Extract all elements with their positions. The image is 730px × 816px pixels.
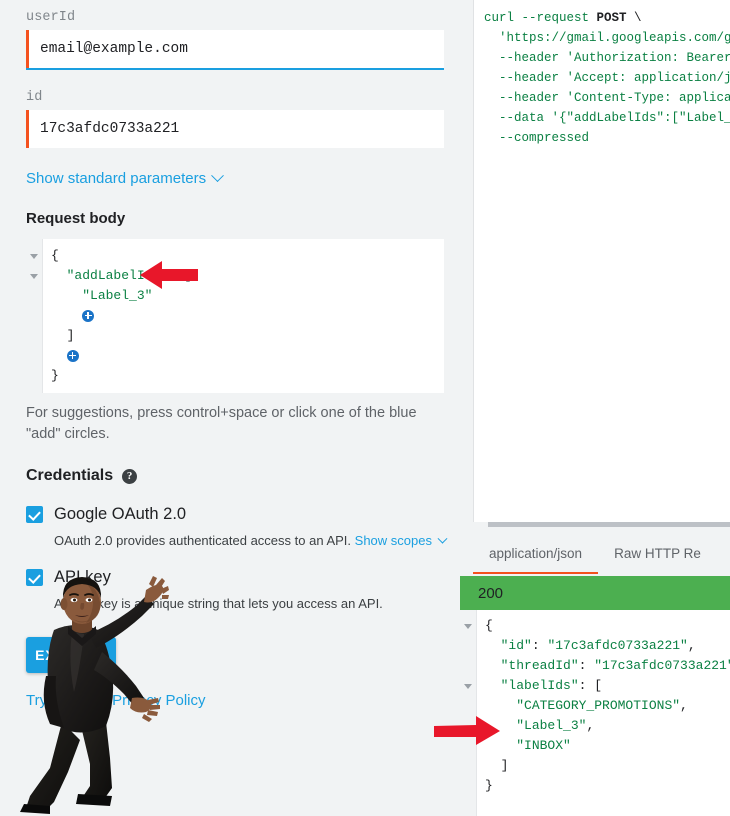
curl-line: --header 'Authorization: Bearer [ (484, 51, 730, 65)
credentials-header: Credentials ? (26, 467, 470, 485)
oauth-description-text: OAuth 2.0 provides authenticated access … (54, 533, 352, 548)
oauth-description: OAuth 2.0 provides authenticated access … (54, 533, 470, 548)
apikey-description: An API key is a unique string that lets … (54, 596, 383, 611)
request-body-title: Request body (26, 210, 126, 227)
userid-input[interactable] (26, 30, 444, 68)
credential-apikey-row[interactable]: API key (26, 568, 470, 587)
id-input-wrap[interactable] (26, 110, 444, 148)
request-form-panel: userId id Show standard parameters Reque… (0, 0, 470, 816)
add-property-circle-icon[interactable] (66, 349, 79, 362)
add-item-circle-icon[interactable] (82, 309, 95, 322)
show-scopes-link[interactable]: Show scopes (355, 533, 432, 548)
chevron-down-icon (437, 533, 448, 544)
request-body-hint: For suggestions, press control+space or … (26, 405, 417, 442)
code-line-add (51, 306, 444, 326)
code-line: ] (66, 328, 75, 343)
code-line: } (51, 368, 59, 383)
curl-command-code: curl --request POST \ 'https://gmail.goo… (474, 0, 730, 148)
fold-toggle-root[interactable] (26, 246, 42, 266)
response-tabs: application/json Raw HTTP Re (473, 533, 730, 574)
curl-line: --compressed (484, 131, 590, 145)
response-status-bar: 200 (460, 576, 730, 610)
fold-toggle-labelids[interactable] (460, 676, 476, 696)
code-line-add (51, 346, 444, 366)
code-line: "labelIds": [ (500, 678, 603, 693)
curl-scrollbar-thumb[interactable] (488, 522, 730, 527)
code-line: "Label_3" (82, 288, 153, 303)
request-body-code[interactable]: { "addLabelIds": [ "Label_3" ] } (43, 239, 444, 393)
id-input[interactable] (26, 110, 444, 148)
code-line: "threadId": "17c3afdc0733a221", (500, 658, 730, 673)
code-line: "INBOX" (516, 738, 571, 753)
show-standard-parameters-toggle[interactable]: Show standard parameters (26, 169, 224, 187)
curl-line: --header 'Content-Type: applicati (484, 91, 730, 105)
status-code: 200 (478, 584, 504, 602)
focus-underline (26, 68, 444, 70)
try-this-api-link[interactable]: Try this API (26, 692, 102, 709)
response-body-gutter (460, 610, 477, 816)
tab-raw-http-response[interactable]: Raw HTTP Re (598, 533, 717, 574)
code-line: } (485, 778, 493, 793)
response-body-viewer[interactable]: { "id": "17c3afdc0733a221", "threadId": … (460, 610, 730, 816)
oauth-label: Google OAuth 2.0 (54, 505, 187, 523)
fold-toggle-addlabelids[interactable] (26, 266, 42, 286)
curl-line: curl --request POST \ (484, 11, 642, 25)
code-line: "CATEGORY_PROMOTIONS", (516, 698, 688, 713)
apikey-label: API key (54, 568, 111, 586)
credentials-title: Credentials (26, 467, 114, 484)
required-indicator-bar (26, 30, 29, 68)
oauth-checkbox[interactable] (26, 506, 43, 523)
request-body-gutter (26, 239, 43, 393)
apikey-checkbox[interactable] (26, 569, 43, 586)
fold-toggle-response-root[interactable] (460, 616, 476, 636)
curl-line: --header 'Accept: application/jso (484, 71, 730, 85)
chevron-down-icon (211, 169, 224, 183)
code-line: "id": "17c3afdc0733a221", (500, 638, 696, 653)
footer-links: Try this API Privacy Policy (26, 692, 206, 709)
code-line: { (51, 248, 59, 263)
code-line: "addLabelIds": [ (66, 268, 192, 283)
code-line: ] (500, 758, 509, 773)
tab-application-json[interactable]: application/json (473, 533, 599, 574)
required-indicator-bar (26, 110, 29, 148)
code-line: "Label_3", (516, 718, 595, 733)
curl-line: --data '{"addLabelIds":["Label_3" (484, 111, 730, 125)
show-standard-parameters-label: Show standard parameters (26, 170, 207, 187)
id-field-label: id (26, 90, 43, 105)
request-body-editor[interactable]: { "addLabelIds": [ "Label_3" ] } (26, 239, 444, 393)
curl-line: 'https://gmail.googleapis.com/gma (484, 31, 730, 45)
privacy-policy-link[interactable]: Privacy Policy (112, 692, 205, 709)
userid-field-label: userId (26, 10, 76, 25)
execute-button[interactable]: EXECUTE (26, 637, 116, 673)
code-line: { (485, 618, 493, 633)
response-body-code: { "id": "17c3afdc0733a221", "threadId": … (477, 610, 730, 816)
help-icon[interactable]: ? (122, 468, 138, 484)
credential-oauth-row[interactable]: Google OAuth 2.0 (26, 505, 470, 524)
userid-input-wrap[interactable] (26, 30, 444, 70)
curl-command-box[interactable]: curl --request POST \ 'https://gmail.goo… (473, 0, 730, 522)
